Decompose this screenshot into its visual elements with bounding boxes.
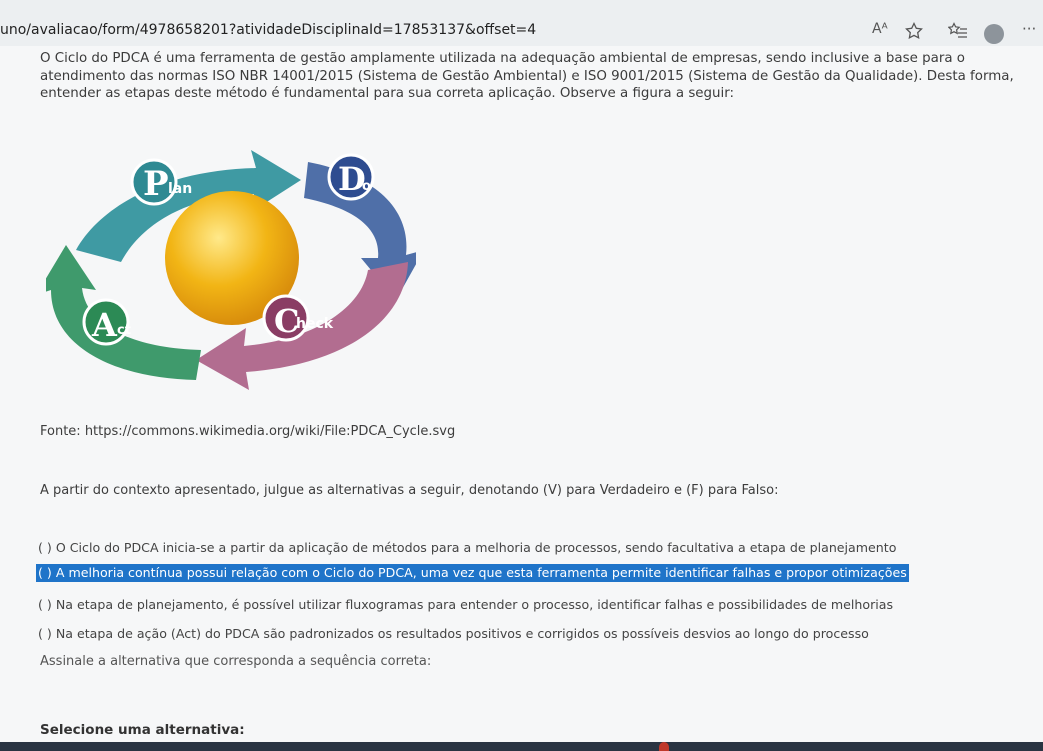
- read-aloud-icon[interactable]: Aᴬ: [872, 21, 888, 37]
- statement-2-selected: ( ) A melhoria contínua possui relação c…: [36, 564, 909, 582]
- browser-address-bar: uno/avaliacao/form/4978658201?atividadeD…: [0, 0, 1043, 47]
- select-alternative-label: Selecione uma alternativa:: [40, 722, 245, 738]
- question-prompt: Assinale a alternativa que corresponda a…: [40, 654, 432, 669]
- question-context: A partir do contexto apresentado, julgue…: [40, 483, 779, 498]
- plan-label: lan: [168, 181, 192, 197]
- plan-letter: P: [143, 164, 169, 204]
- statement-1: ( ) O Ciclo do PDCA inicia-se a partir d…: [38, 540, 897, 555]
- question-page: O Ciclo do PDCA é uma ferramenta de gest…: [0, 46, 1043, 751]
- act-label: ct: [117, 323, 131, 338]
- favorites-list-icon[interactable]: [947, 22, 968, 44]
- favorite-star-icon[interactable]: [905, 21, 923, 44]
- do-label: o: [362, 179, 371, 194]
- profile-icon[interactable]: [984, 24, 1004, 44]
- pdca-cycle-figure: P lan D o C heck A ct: [46, 150, 416, 390]
- figure-source: Fonte: https://commons.wikimedia.org/wik…: [40, 424, 456, 439]
- url-field[interactable]: uno/avaliacao/form/4978658201?atividadeD…: [0, 22, 536, 38]
- statement-4: ( ) Na etapa de ação (Act) do PDCA são p…: [38, 626, 869, 641]
- more-icon[interactable]: ···: [1022, 20, 1036, 38]
- act-letter: A: [91, 306, 118, 344]
- statement-3: ( ) Na etapa de planejamento, é possível…: [38, 597, 894, 612]
- taskbar: [0, 742, 1043, 751]
- check-label: heck: [296, 316, 334, 332]
- notification-badge-icon[interactable]: [659, 742, 669, 751]
- question-intro: O Ciclo do PDCA é uma ferramenta de gest…: [40, 51, 1014, 101]
